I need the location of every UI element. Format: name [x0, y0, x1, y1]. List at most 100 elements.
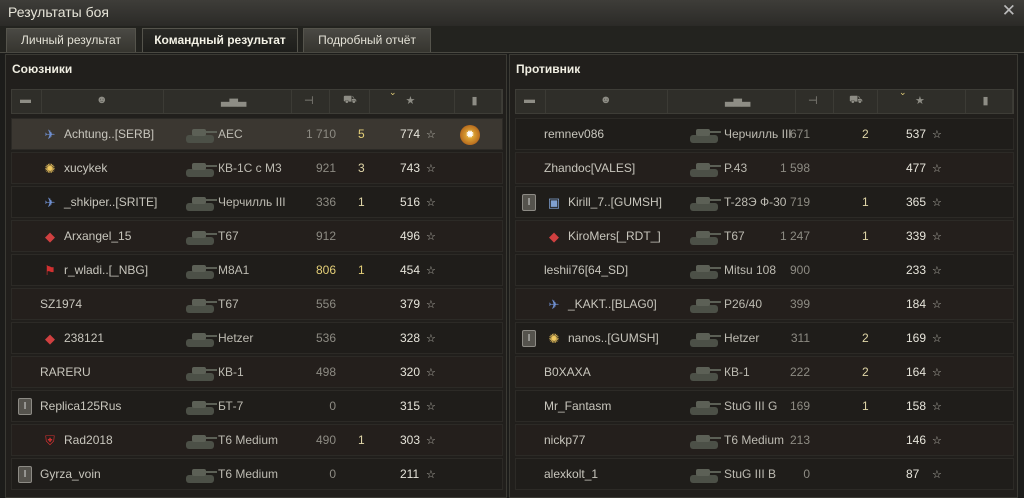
player-name[interactable]: leshii76[64_SD] — [544, 263, 628, 277]
player-name[interactable]: Zhandoc[VALES] — [544, 161, 635, 175]
damage-value: 556 — [315, 297, 336, 311]
diamond-badge-icon: ◆ — [45, 331, 55, 346]
xp-value: 379 — [400, 297, 421, 311]
xp-value: 146 — [906, 433, 927, 447]
player-row[interactable]: ✺ xucykek КВ-1С с М3 921 3 743 ☆ — [11, 152, 503, 184]
star-icon: ☆ — [426, 265, 436, 277]
player-row[interactable]: ◆ Arxangel_15 T67 912 496 ☆ — [11, 220, 503, 252]
tank-icon — [182, 463, 218, 487]
kills-value: 1 — [862, 399, 869, 413]
player-name[interactable]: SZ1974 — [40, 297, 82, 311]
player-name[interactable]: KiroMers[_RDT_] — [568, 229, 661, 243]
player-row[interactable]: ✈ _KAKT..[BLAG0] P26/40 399 184 ☆ — [515, 288, 1014, 320]
kills-icon[interactable]: ⛟ — [849, 94, 863, 108]
tank-icon — [686, 259, 722, 283]
player-name[interactable]: _shkiper..[SRITE] — [64, 195, 157, 209]
tab-personal-result[interactable]: Личный результат — [6, 28, 136, 52]
rank-icon: I — [18, 398, 32, 415]
xp-value: 365 — [906, 195, 927, 209]
player-name[interactable]: Kirill_7..[GUMSH] — [568, 195, 662, 209]
player-row[interactable]: SZ1974 T67 556 379 ☆ — [11, 288, 503, 320]
squad-icon[interactable]: ▬ — [20, 94, 31, 106]
player-icon[interactable]: ☻ — [600, 94, 612, 106]
damage-value: 806 — [315, 263, 336, 277]
diamond-badge-icon: ◆ — [549, 229, 559, 244]
player-name[interactable]: remnev086 — [544, 127, 604, 141]
player-name[interactable]: Rad2018 — [64, 433, 113, 447]
damage-value: 912 — [315, 229, 336, 243]
damage-value: 921 — [315, 161, 336, 175]
player-name[interactable]: r_wladi..[_NBG] — [64, 263, 148, 277]
player-name[interactable]: Arxangel_15 — [64, 229, 131, 243]
tank-name: T6 Medium — [218, 433, 279, 447]
tab-team-result[interactable]: Командный результат — [142, 28, 298, 52]
xp-value: 169 — [906, 331, 927, 345]
player-row[interactable]: ✈ _shkiper..[SRITE] Черчилль III 336 1 516 ☆ — [11, 186, 503, 218]
player-row[interactable]: Mr_Fantasm StuG III G 169 1 158 ☆ — [515, 390, 1014, 422]
kills-icon[interactable]: ⛟ — [343, 94, 357, 108]
player-row[interactable]: I ▣ Kirill_7..[GUMSH] T-28Э Ф-30 719 1 365 ☆ — [515, 186, 1014, 218]
tank-name: T67 — [218, 229, 239, 243]
flag-badge-icon: ⚑ — [44, 263, 56, 278]
medal-icon[interactable]: ✹ — [460, 125, 480, 145]
star-icon: ☆ — [932, 265, 942, 277]
player-row[interactable]: leshii76[64_SD] Mitsu 108 900 233 ☆ — [515, 254, 1014, 286]
kills-value: 3 — [358, 161, 365, 175]
tank-icon — [182, 225, 218, 249]
star-icon: ☆ — [426, 231, 436, 243]
damage-icon[interactable]: ⊣ — [304, 94, 314, 107]
rank-icon: I — [18, 466, 32, 483]
player-row[interactable]: ◆ 238121 Hetzer 536 328 ☆ — [11, 322, 503, 354]
tab-detailed-report[interactable]: Подробный отчёт — [303, 28, 431, 52]
burst-badge-icon: ✺ — [548, 331, 560, 346]
player-row[interactable]: nickp77 T6 Medium 213 146 ☆ — [515, 424, 1014, 456]
xp-star-icon[interactable]: ★ — [915, 94, 925, 107]
player-name[interactable]: xucykek — [64, 161, 107, 175]
player-row[interactable]: remnev086 Черчилль III 671 2 537 ☆ — [515, 118, 1014, 150]
star-icon: ☆ — [932, 401, 942, 413]
player-name[interactable]: _KAKT..[BLAG0] — [568, 297, 657, 311]
damage-value: 498 — [315, 365, 336, 379]
medal-icon[interactable]: ▮ — [472, 94, 478, 107]
medal-icon[interactable]: ▮ — [983, 94, 989, 107]
tank-icon[interactable]: ▃▅▃ — [725, 94, 750, 107]
player-row[interactable]: ⚑ r_wladi..[_NBG] M8A1 806 1 454 ☆ — [11, 254, 503, 286]
tank-icon — [182, 123, 218, 147]
star-icon: ☆ — [932, 129, 942, 141]
player-name[interactable]: 238121 — [64, 331, 104, 345]
player-name[interactable]: Gyrza_voin — [40, 467, 101, 481]
player-row[interactable]: alexkolt_1 StuG III B 0 87 ☆ — [515, 458, 1014, 490]
damage-icon[interactable]: ⊣ — [808, 94, 818, 107]
player-name[interactable]: Replica125Rus — [40, 399, 121, 413]
player-name[interactable]: nanos..[GUMSH] — [568, 331, 659, 345]
player-name[interactable]: alexkolt_1 — [544, 467, 598, 481]
player-row[interactable]: ◆ KiroMers[_RDT_] T67 1 247 1 339 ☆ — [515, 220, 1014, 252]
player-row[interactable]: ⛨ Rad2018 T6 Medium 490 1 303 ☆ — [11, 424, 503, 456]
star-icon: ☆ — [426, 333, 436, 345]
player-row[interactable]: RARERU КВ-1 498 320 ☆ — [11, 356, 503, 388]
player-row[interactable]: ✈ Achtung..[SERB] AEC 1 710 5 774 ☆ ✹ — [11, 118, 503, 150]
tank-icon — [686, 293, 722, 317]
player-row[interactable]: I ✺ nanos..[GUMSH] Hetzer 311 2 169 ☆ — [515, 322, 1014, 354]
player-row[interactable]: Zhandoc[VALES] P.43 1 598 477 ☆ — [515, 152, 1014, 184]
squad-icon[interactable]: ▬ — [524, 94, 535, 106]
close-icon[interactable]: ✕ — [1002, 1, 1016, 21]
player-row[interactable]: B0XAXA КВ-1 222 2 164 ☆ — [515, 356, 1014, 388]
tank-icon — [182, 157, 218, 181]
player-name[interactable]: Achtung..[SERB] — [64, 127, 154, 141]
damage-value: 336 — [315, 195, 336, 209]
tank-icon — [182, 293, 218, 317]
player-icon[interactable]: ☻ — [96, 94, 108, 106]
player-name[interactable]: B0XAXA — [544, 365, 591, 379]
player-name[interactable]: RARERU — [40, 365, 91, 379]
title-bar: Результаты боя ✕ — [0, 0, 1024, 26]
damage-value: 213 — [789, 433, 810, 447]
xp-star-icon[interactable]: ★ — [406, 94, 416, 107]
player-row[interactable]: I Replica125Rus БТ-7 0 315 ☆ — [11, 390, 503, 422]
player-name[interactable]: Mr_Fantasm — [544, 399, 611, 413]
plane-badge-icon: ✈ — [44, 127, 56, 142]
player-name[interactable]: nickp77 — [544, 433, 585, 447]
star-icon: ☆ — [426, 435, 436, 447]
tank-icon[interactable]: ▃▅▃ — [221, 94, 246, 107]
player-row[interactable]: I Gyrza_voin T6 Medium 0 211 ☆ — [11, 458, 503, 490]
